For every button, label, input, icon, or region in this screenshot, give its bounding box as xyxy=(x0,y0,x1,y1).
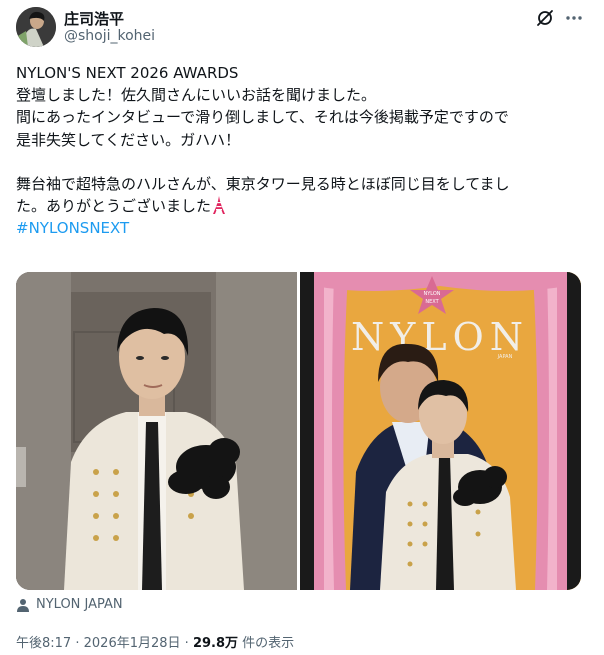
avatar[interactable] xyxy=(16,7,56,47)
badge-bottom-text: NEXT xyxy=(425,299,439,305)
tweet: 庄司浩平 @shoji_kohei NYLON'S NEXT 2026 AWAR… xyxy=(0,0,604,655)
tweet-meta: 午後8:17 · 2026年1月28日 · 29.8万 件の表示 xyxy=(16,632,294,651)
more-horizontal-icon[interactable] xyxy=(562,6,586,30)
tweet-text-line: 舞台袖で超特急のハルさんが、東京タワー見る時とほぼ同じ目をしてまし xyxy=(16,175,510,193)
author-display-name[interactable]: 庄司浩平 xyxy=(64,8,124,29)
man-in-white-jacket-photo xyxy=(16,272,297,590)
views-count[interactable]: 29.8万 xyxy=(193,636,238,651)
avatar-image xyxy=(16,7,56,47)
grok-slash-icon[interactable] xyxy=(533,6,557,30)
tweet-text-line: 登壇しました！佐久間さんにいいお話を聞けました。 xyxy=(16,86,377,105)
media-credit[interactable]: NYLON JAPAN xyxy=(16,597,123,612)
tweet-text-line-with-emoji: た。ありがとうございました xyxy=(16,195,588,217)
meta-separator: · xyxy=(184,636,189,651)
tweet-date[interactable]: 2026年1月28日 xyxy=(84,636,181,651)
nylon-cover-backdrop-photo: NYLON NEXT NYLON JAPAN xyxy=(300,272,581,590)
tweet-text-line: 是非失笑してください。ガハハ！ xyxy=(16,130,241,149)
photo-left[interactable] xyxy=(16,272,297,590)
tweet-time[interactable]: 午後8:17 xyxy=(16,636,71,651)
hashtag-link[interactable]: #NYLONSNEXT xyxy=(16,217,588,239)
person-icon xyxy=(17,598,29,612)
meta-separator: · xyxy=(75,636,80,651)
tweet-text-line: た。ありがとうございました xyxy=(16,197,212,216)
magazine-sub: JAPAN xyxy=(497,354,513,360)
media-credit-label: NYLON JAPAN xyxy=(36,597,123,612)
tweet-text: NYLON'S NEXT 2026 AWARDS 登壇しました！佐久間さんにいい… xyxy=(16,62,588,240)
author-handle[interactable]: @shoji_kohei xyxy=(64,28,155,44)
magazine-logo: NYLON xyxy=(351,315,529,359)
tweet-text-line: NYLON'S NEXT 2026 AWARDS xyxy=(16,64,239,82)
tweet-text-line: 間にあったインタビューで滑り倒しまして、それは今後掲載予定ですので xyxy=(16,108,509,127)
views-label: 件の表示 xyxy=(238,636,295,651)
tokyo-tower-icon xyxy=(213,196,226,215)
photo-right[interactable]: NYLON NEXT NYLON JAPAN xyxy=(300,272,581,590)
badge-top-text: NYLON xyxy=(423,291,440,297)
